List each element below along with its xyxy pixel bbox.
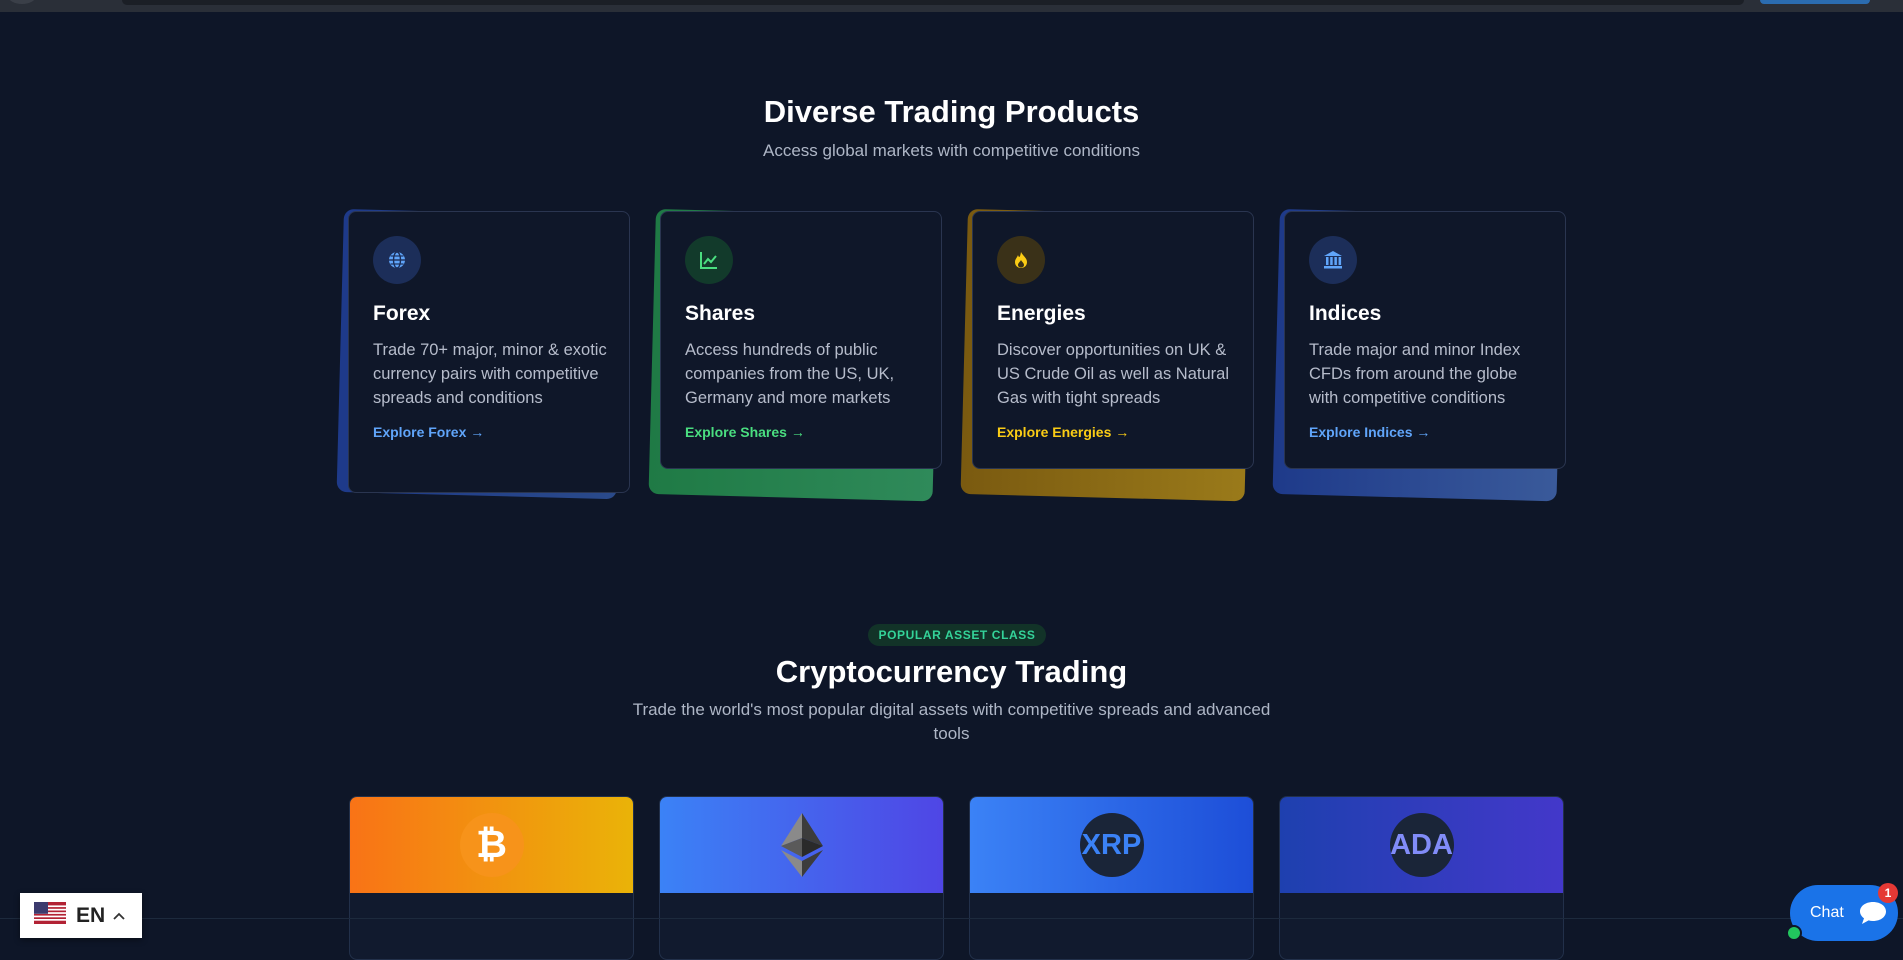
chat-bubble-icon bbox=[1858, 900, 1888, 926]
us-flag-icon bbox=[34, 902, 66, 929]
product-card-indices[interactable]: Indices Trade major and minor Index CFDs… bbox=[1272, 209, 1566, 502]
chat-label: Chat bbox=[1810, 904, 1844, 921]
product-title: Indices bbox=[1309, 302, 1382, 325]
explore-energies-link[interactable]: Explore Energies → bbox=[997, 424, 1129, 440]
product-description: Trade major and minor Index CFDs from ar… bbox=[1309, 341, 1521, 407]
language-selector[interactable]: EN bbox=[20, 893, 142, 938]
popular-asset-badge: POPULAR ASSET CLASS bbox=[868, 624, 1046, 646]
crypto-card-bitcoin[interactable]: ₿ bbox=[349, 796, 634, 960]
products-title: Diverse Trading Products bbox=[763, 94, 1140, 129]
divider bbox=[0, 918, 1903, 919]
product-card-forex[interactable]: Forex Trade 70+ major, minor & exotic cu… bbox=[336, 209, 630, 500]
chat-widget-button[interactable]: Chat 1 bbox=[1786, 883, 1898, 941]
products-subtitle: Access global markets with competitive c… bbox=[763, 141, 1140, 160]
browser-avatar[interactable] bbox=[8, 0, 36, 4]
product-card-energies[interactable]: Energies Discover opportunities on UK & … bbox=[960, 209, 1254, 502]
product-description: Discover opportunities on UK & US Crude … bbox=[997, 341, 1229, 407]
online-status-dot bbox=[1786, 925, 1802, 941]
globe-icon bbox=[373, 236, 421, 284]
explore-shares-link[interactable]: Explore Shares → bbox=[685, 424, 805, 440]
language-code: EN bbox=[76, 903, 106, 927]
chevron-up-icon bbox=[113, 907, 125, 925]
product-description: Access hundreds of public companies from… bbox=[685, 341, 895, 407]
crypto-card-cardano[interactable]: ADA bbox=[1279, 796, 1564, 960]
ethereum-icon bbox=[779, 813, 825, 877]
chart-line-icon bbox=[685, 236, 733, 284]
coin-symbol: ₿ bbox=[476, 823, 507, 866]
address-bar[interactable] bbox=[122, 0, 1744, 5]
product-title: Forex bbox=[373, 302, 431, 325]
crypto-subtitle-line1: Trade the world's most popular digital a… bbox=[632, 700, 1271, 719]
explore-forex-link[interactable]: Explore Forex → bbox=[373, 424, 484, 440]
fire-icon bbox=[997, 236, 1045, 284]
bitcoin-icon: ₿ bbox=[459, 813, 524, 877]
crypto-card-xrp[interactable]: XRP bbox=[969, 796, 1254, 960]
product-card-shares[interactable]: Shares Access hundreds of public compani… bbox=[648, 209, 942, 502]
coin-symbol: XRP bbox=[1081, 828, 1142, 861]
crypto-card-ethereum[interactable] bbox=[659, 796, 944, 960]
coin-symbol: ADA bbox=[1390, 828, 1453, 861]
chat-unread-badge: 1 bbox=[1878, 883, 1898, 903]
product-title: Energies bbox=[997, 302, 1086, 325]
product-title: Shares bbox=[685, 302, 756, 325]
crypto-subtitle-line2: tools bbox=[933, 724, 970, 743]
bank-icon bbox=[1309, 236, 1357, 284]
product-description: Trade 70+ major, minor & exotic currency… bbox=[373, 341, 607, 407]
top-action-button[interactable] bbox=[1760, 0, 1870, 4]
xrp-icon: XRP bbox=[1079, 813, 1144, 877]
explore-indices-link[interactable]: Explore Indices → bbox=[1309, 424, 1430, 440]
cardano-icon: ADA bbox=[1389, 813, 1454, 877]
browser-top-bar bbox=[0, 0, 1903, 12]
crypto-title: Cryptocurrency Trading bbox=[775, 654, 1128, 689]
